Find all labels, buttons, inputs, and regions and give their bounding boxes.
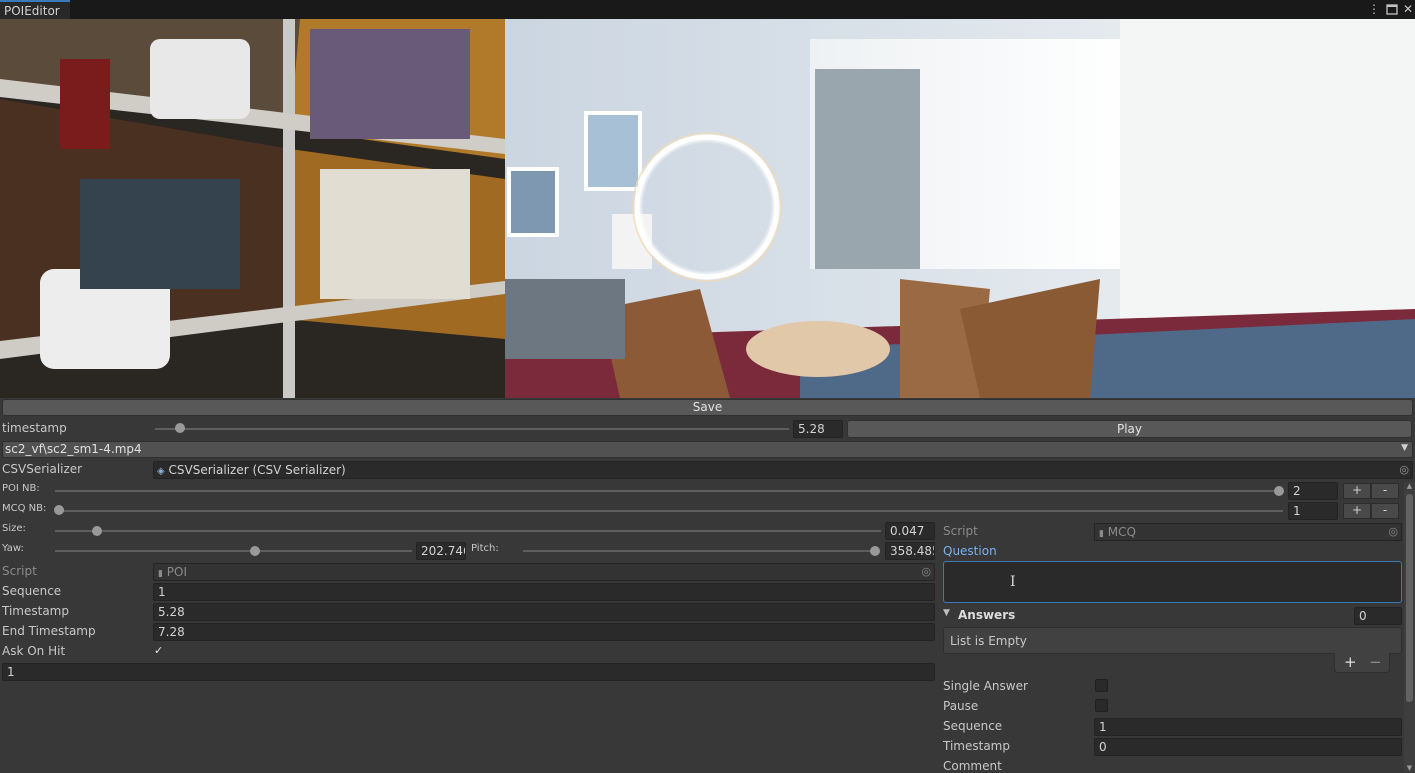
poi-timestamp-input[interactable]: 5.28 — [153, 603, 935, 621]
poi-extra-input[interactable]: 1 — [2, 663, 935, 681]
poi-end-timestamp-label: End Timestamp — [2, 624, 96, 638]
text-cursor-icon: I — [1010, 574, 1016, 590]
size-slider-handle[interactable] — [92, 526, 102, 536]
answers-list: List is Empty — [943, 627, 1402, 654]
pause-label: Pause — [943, 699, 979, 713]
window-tab[interactable]: POIEditor — [0, 0, 70, 19]
mcq-timestamp-input[interactable]: 0 — [1094, 738, 1402, 756]
serializer-object-field[interactable]: ◈ CSVSerializer (CSV Serializer) ◎ — [153, 461, 1413, 479]
video-viewport[interactable] — [0, 19, 1415, 398]
pitch-slider-handle[interactable] — [870, 546, 880, 556]
yaw-slider-track[interactable] — [55, 550, 412, 552]
poi-end-timestamp-input[interactable]: 7.28 — [153, 623, 935, 641]
answers-footer: + − — [1334, 653, 1390, 673]
play-button[interactable]: Play — [847, 420, 1412, 438]
single-answer-label: Single Answer — [943, 679, 1028, 693]
target-picker-icon: ◎ — [921, 565, 931, 578]
mcq-nb-slider-track[interactable] — [55, 510, 1283, 512]
poi-ask-on-hit-label: Ask On Hit — [2, 644, 66, 658]
poi-nb-slider-track[interactable] — [55, 490, 1283, 492]
close-icon[interactable]: ✕ — [1401, 1, 1415, 17]
poi-script-label: Script — [2, 564, 37, 578]
checkmark-icon: ✓ — [154, 644, 164, 657]
mcq-nb-label: MCQ NB: — [2, 503, 47, 514]
poi-script-field: ▮ POI ◎ — [153, 563, 935, 581]
chevron-down-icon: ▼ — [1401, 443, 1408, 453]
poi-sequence-label: Sequence — [2, 584, 62, 598]
answers-empty-text: List is Empty — [950, 634, 1027, 648]
mcq-nb-slider-handle[interactable] — [54, 505, 64, 515]
poi-add-button[interactable]: + — [1343, 483, 1371, 499]
mcq-comment-label: Comment — [943, 759, 1002, 773]
maximize-icon[interactable] — [1385, 1, 1399, 17]
scrollbar[interactable]: ▲ ▼ — [1404, 482, 1415, 772]
video-file-value: sc2_vf\sc2_sm1-4.mp4 — [5, 442, 142, 456]
mcq-remove-button[interactable]: - — [1371, 503, 1399, 519]
scroll-down-icon[interactable]: ▼ — [1404, 764, 1415, 772]
timestamp-label: timestamp — [2, 421, 67, 435]
pitch-slider-track[interactable] — [523, 550, 880, 552]
mcq-add-button[interactable]: + — [1343, 503, 1371, 519]
save-button[interactable]: Save — [2, 399, 1413, 416]
window-titlebar — [0, 0, 1415, 19]
size-input[interactable]: 0.047 — [885, 522, 935, 540]
scrollbar-thumb[interactable] — [1406, 494, 1413, 702]
target-picker-icon[interactable]: ◎ — [1399, 462, 1409, 478]
mcq-script-label: Script — [943, 524, 978, 538]
pitch-input[interactable]: 358.485 — [885, 542, 935, 560]
room-scene-image — [0, 19, 1415, 398]
poi-timestamp-label: Timestamp — [2, 604, 69, 618]
answers-count-input[interactable]: 0 — [1354, 607, 1402, 625]
question-label: Question — [943, 544, 997, 558]
poi-nb-input[interactable]: 2 — [1288, 482, 1338, 500]
window-title: POIEditor — [4, 4, 60, 18]
answers-foldout-arrow-icon[interactable]: ▼ — [943, 608, 950, 618]
script-file-icon: ▮ — [158, 569, 163, 579]
poi-script-value: POI — [166, 565, 188, 579]
poi-nb-slider-handle[interactable] — [1274, 486, 1284, 496]
mcq-sequence-input[interactable]: 1 — [1094, 718, 1402, 736]
pitch-label: Pitch: — [471, 543, 499, 554]
pause-checkbox[interactable] — [1095, 699, 1108, 712]
single-answer-checkbox[interactable] — [1095, 679, 1108, 692]
size-slider-track[interactable] — [55, 530, 881, 532]
mcq-nb-input[interactable]: 1 — [1288, 502, 1338, 520]
answer-add-button[interactable]: + — [1344, 653, 1357, 671]
script-file-icon: ▮ — [1099, 529, 1104, 539]
question-textarea[interactable]: I — [943, 561, 1402, 603]
timestamp-input[interactable]: 5.28 — [793, 420, 843, 438]
target-picker-icon: ◎ — [1388, 525, 1398, 538]
size-label: Size: — [2, 523, 26, 534]
timestamp-slider-track[interactable] — [155, 428, 789, 430]
video-file-dropdown[interactable]: sc2_vf\sc2_sm1-4.mp4 ▼ — [2, 441, 1413, 458]
serializer-label: CSVSerializer — [2, 462, 83, 476]
poi-sequence-input[interactable]: 1 — [153, 583, 935, 601]
yaw-label: Yaw: — [2, 543, 24, 554]
poi-remove-button[interactable]: - — [1371, 483, 1399, 499]
kebab-menu-icon[interactable]: ⋮ — [1367, 1, 1381, 17]
object-ref-icon: ◈ — [157, 466, 165, 477]
scroll-up-icon[interactable]: ▲ — [1404, 482, 1415, 490]
poi-nb-label: POI NB: — [2, 483, 40, 494]
yaw-input[interactable]: 202.746 — [416, 542, 466, 560]
timestamp-slider-handle[interactable] — [175, 423, 186, 433]
mcq-sequence-label: Sequence — [943, 719, 1003, 733]
mcq-script-value: MCQ — [1107, 525, 1136, 539]
answer-remove-button[interactable]: − — [1369, 653, 1382, 671]
answers-label[interactable]: Answers — [958, 608, 1015, 622]
yaw-slider-handle[interactable] — [250, 546, 260, 556]
mcq-timestamp-label: Timestamp — [943, 739, 1010, 753]
mcq-script-field: ▮ MCQ ◎ — [1094, 523, 1402, 541]
ask-on-hit-checkbox[interactable]: ✓ — [154, 644, 167, 657]
serializer-value: CSVSerializer (CSV Serializer) — [168, 463, 346, 477]
